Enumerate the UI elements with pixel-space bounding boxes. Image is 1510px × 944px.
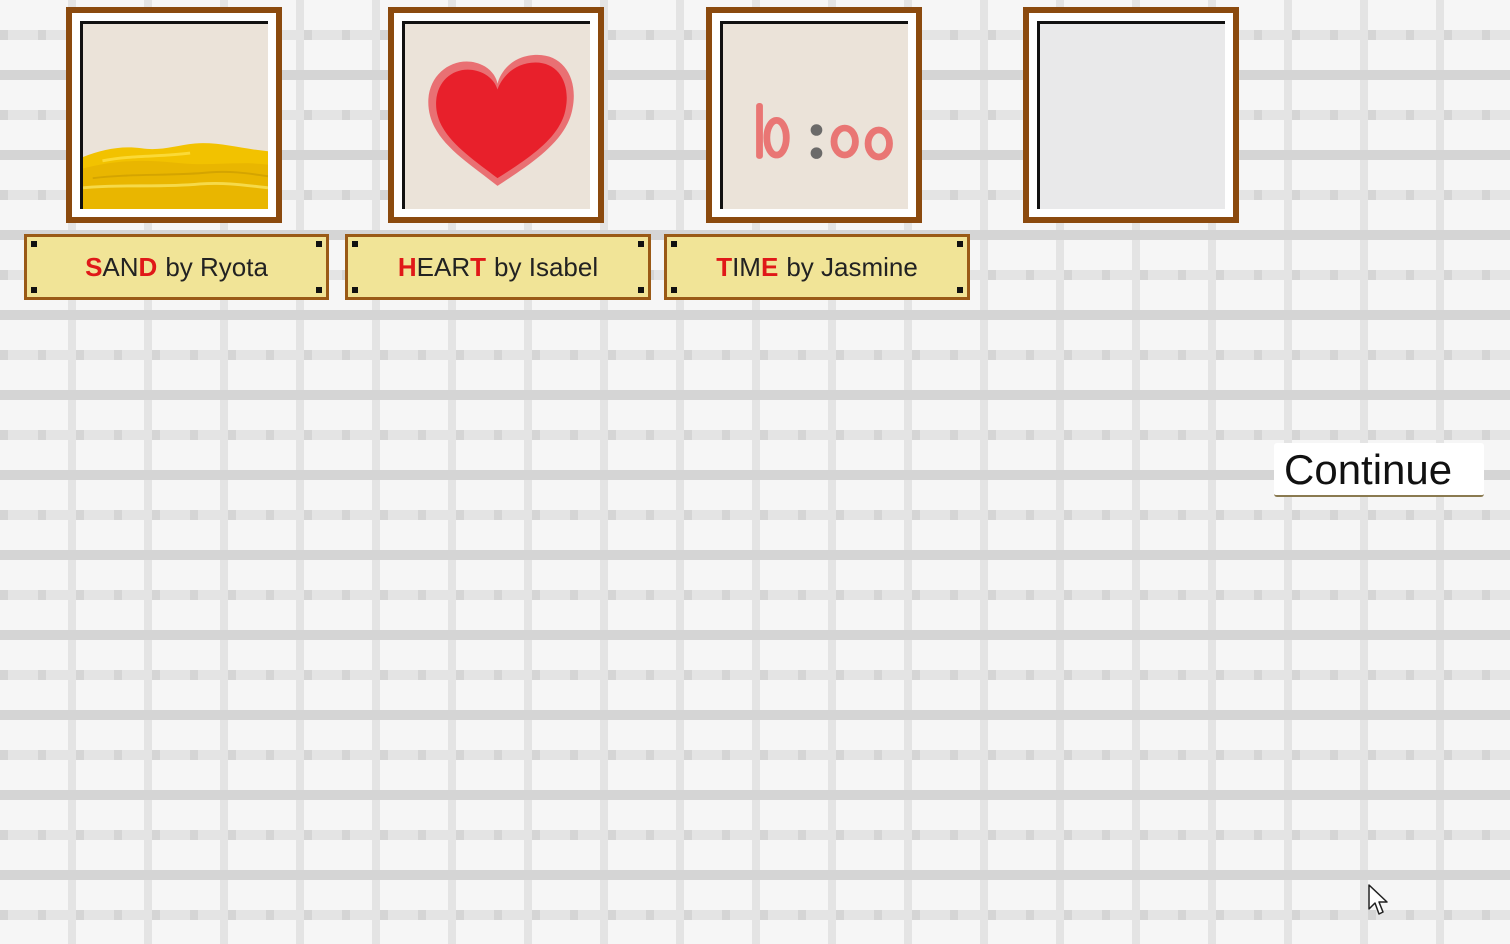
nail-icon (31, 287, 37, 293)
title-first-letter: T (716, 251, 733, 282)
mouse-cursor-icon (1368, 884, 1388, 915)
painting-frame-heart[interactable] (388, 7, 604, 223)
empty-canvas (1037, 21, 1225, 209)
sand-painting (80, 21, 268, 209)
empty-painting-frame[interactable] (1023, 7, 1239, 223)
nail-icon (957, 287, 963, 293)
nail-icon (316, 287, 322, 293)
nail-icon (957, 241, 963, 247)
sand-painting-icon (83, 143, 268, 209)
title-last-letter: D (138, 251, 158, 282)
title-last-letter: E (760, 251, 779, 282)
plaque-time: T IM E by Jasmine (664, 234, 970, 300)
plaque-sand: S AN D by Ryota (24, 234, 329, 300)
title-middle: EAR (416, 251, 471, 282)
painting-frame-sand[interactable] (66, 7, 282, 223)
heart-painting (402, 21, 590, 209)
clock-icon (756, 103, 893, 161)
plaque-heart: H EAR T by Isabel (345, 234, 651, 300)
nail-icon (316, 241, 322, 247)
nail-icon (671, 241, 677, 247)
nail-icon (638, 287, 644, 293)
artist-credit: by Jasmine (786, 251, 918, 282)
title-middle: AN (102, 251, 139, 282)
title-first-letter: S (85, 251, 103, 282)
nail-icon (352, 287, 358, 293)
heart-icon (428, 54, 574, 186)
title-middle: IM (732, 251, 761, 282)
artist-credit: by Isabel (494, 251, 599, 282)
title-first-letter: H (397, 251, 417, 282)
painting-frame-time[interactable] (706, 7, 922, 223)
nail-icon (352, 241, 358, 247)
nail-icon (671, 287, 677, 293)
continue-button[interactable]: Continue (1274, 443, 1484, 497)
nail-icon (638, 241, 644, 247)
nail-icon (31, 241, 37, 247)
clock-painting (720, 21, 908, 209)
artist-credit: by Ryota (165, 251, 268, 282)
title-last-letter: T (470, 251, 487, 282)
